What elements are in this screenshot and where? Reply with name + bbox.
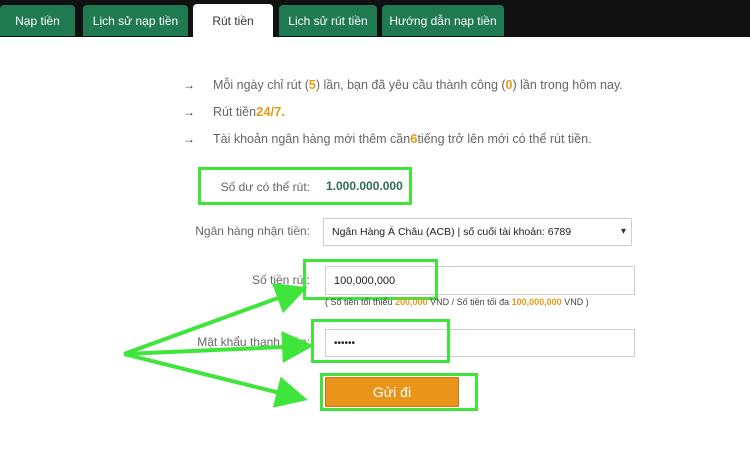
arrow-to-password [123,331,314,364]
annotation-arrows [123,283,314,408]
arrow-to-submit [123,352,308,408]
arrow-to-amount [123,283,308,356]
